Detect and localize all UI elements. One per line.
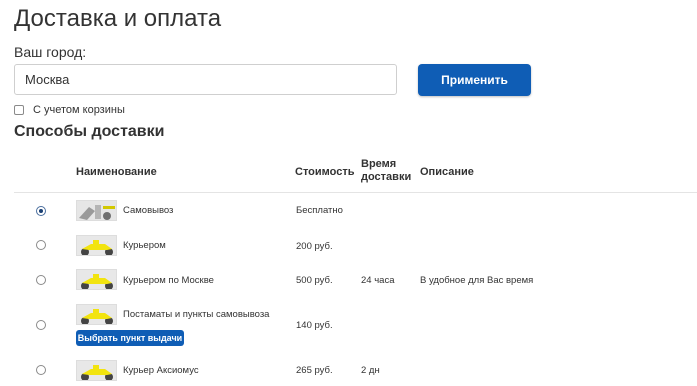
cart-option[interactable]: С учетом корзины (14, 103, 125, 117)
delivery-name: Курьером по Москве (123, 275, 214, 286)
apply-button[interactable]: Применить (418, 64, 531, 96)
section-title: Способы доставки (14, 123, 165, 140)
cart-checkbox[interactable] (14, 105, 24, 115)
delivery-radio[interactable] (36, 365, 46, 375)
city-input[interactable] (14, 64, 397, 95)
delivery-time: 2 дн (361, 365, 380, 376)
header-divider (14, 192, 697, 193)
delivery-radio[interactable] (36, 240, 46, 250)
city-label: Ваш город: (14, 44, 87, 60)
table-row[interactable]: Курьером по Москве 500 руб. 24 часа В уд… (0, 269, 697, 291)
pickup-image (76, 200, 117, 221)
delivery-radio[interactable] (36, 320, 46, 330)
delivery-cost: 265 руб. (296, 365, 333, 376)
delivery-cost: 200 руб. (296, 241, 333, 252)
delivery-name: Курьер Аксиомус (123, 365, 199, 376)
table-row[interactable]: Курьером 200 руб. (0, 235, 697, 257)
header-name: Наименование (76, 166, 157, 178)
table-row[interactable]: Самовывоз Бесплатно (0, 200, 697, 222)
scooter-image (76, 304, 117, 325)
delivery-radio-selected[interactable] (36, 206, 46, 216)
delivery-cost: 500 руб. (296, 275, 333, 286)
table-row[interactable]: Постаматы и пункты самовывоза Выбрать пу… (0, 304, 697, 348)
delivery-name: Самовывоз (123, 205, 174, 216)
delivery-radio[interactable] (36, 275, 46, 285)
scooter-image (76, 360, 117, 381)
delivery-time: 24 часа (361, 275, 395, 286)
delivery-name: Постаматы и пункты самовывоза (123, 309, 270, 320)
page-title: Доставка и оплата (14, 5, 222, 32)
header-delivery-time: Время доставки (361, 158, 412, 183)
scooter-image (76, 269, 117, 290)
delivery-table-header: Наименование Стоимость Время доставки Оп… (0, 152, 697, 192)
header-description: Описание (420, 166, 474, 178)
scooter-image (76, 235, 117, 256)
cart-checkbox-label: С учетом корзины (33, 104, 125, 116)
delivery-name: Курьером (123, 240, 166, 251)
delivery-description: В удобное для Вас время (420, 275, 534, 286)
delivery-cost: Бесплатно (296, 205, 343, 216)
choose-pickup-point-button[interactable]: Выбрать пункт выдачи (76, 330, 184, 346)
table-row[interactable]: Курьер Аксиомус 265 руб. 2 дн (0, 360, 697, 382)
delivery-cost: 140 руб. (296, 320, 333, 331)
header-cost: Стоимость (295, 166, 355, 178)
